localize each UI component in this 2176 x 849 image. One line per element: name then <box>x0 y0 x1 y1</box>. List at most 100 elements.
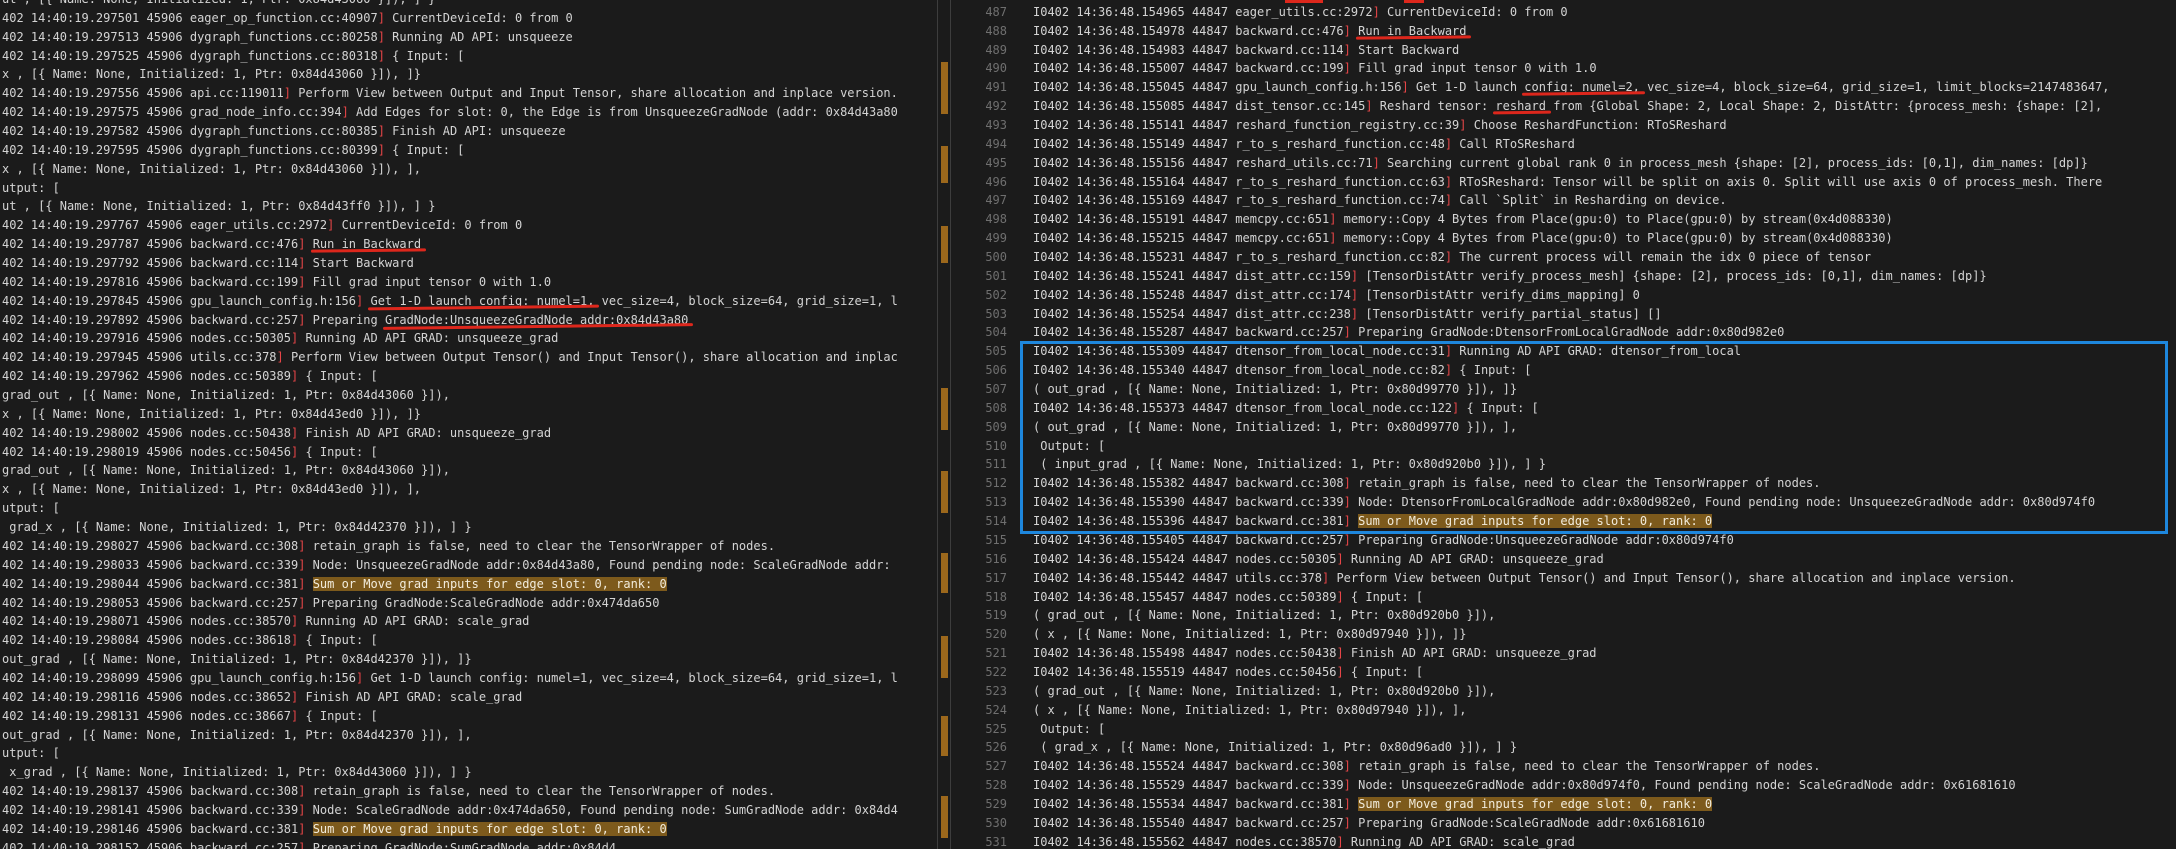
line-number[interactable]: 487 <box>951 3 1007 22</box>
line-number[interactable]: 522 <box>951 663 1007 682</box>
log-line[interactable]: 402 14:40:19.297595 45906 dygraph_functi… <box>2 141 937 160</box>
log-line[interactable]: 402 14:40:19.297787 45906 backward.cc:47… <box>2 235 937 254</box>
line-number[interactable]: 518 <box>951 588 1007 607</box>
log-line[interactable]: 500I0402 14:36:48.155231 44847 r_to_s_re… <box>951 248 2176 267</box>
log-line[interactable]: 402 14:40:19.298002 45906 nodes.cc:50438… <box>2 424 937 443</box>
log-line[interactable]: 529I0402 14:36:48.155534 44847 backward.… <box>951 795 2176 814</box>
log-line[interactable]: 402 14:40:19.297792 45906 backward.cc:11… <box>2 254 937 273</box>
log-line[interactable]: 512I0402 14:36:48.155382 44847 backward.… <box>951 474 2176 493</box>
line-number[interactable]: 499 <box>951 229 1007 248</box>
log-line[interactable]: 402 14:40:19.297582 45906 dygraph_functi… <box>2 122 937 141</box>
log-line[interactable]: 527I0402 14:36:48.155524 44847 backward.… <box>951 757 2176 776</box>
log-line[interactable]: 402 14:40:19.297501 45906 eager_op_funct… <box>2 9 937 28</box>
line-number[interactable]: 490 <box>951 59 1007 78</box>
log-line[interactable]: 511 ( input_grad , [{ Name: None, Initia… <box>951 455 2176 474</box>
log-line[interactable]: 498I0402 14:36:48.155191 44847 memcpy.cc… <box>951 210 2176 229</box>
line-number[interactable]: 531 <box>951 833 1007 849</box>
line-number[interactable]: 524 <box>951 701 1007 720</box>
line-number[interactable]: 503 <box>951 305 1007 324</box>
log-line[interactable]: 502I0402 14:36:48.155248 44847 dist_attr… <box>951 286 2176 305</box>
line-number[interactable]: 516 <box>951 550 1007 569</box>
log-line[interactable]: 402 14:40:19.298044 45906 backward.cc:38… <box>2 575 937 594</box>
line-number[interactable]: 520 <box>951 625 1007 644</box>
log-line[interactable]: 402 14:40:19.298152 45906 backward.cc:25… <box>2 839 937 849</box>
log-line[interactable]: 402 14:40:19.298027 45906 backward.cc:30… <box>2 537 937 556</box>
log-line[interactable]: 402 14:40:19.297962 45906 nodes.cc:50389… <box>2 367 937 386</box>
log-line[interactable]: 530I0402 14:36:48.155540 44847 backward.… <box>951 814 2176 833</box>
line-number[interactable]: 507 <box>951 380 1007 399</box>
line-number[interactable]: 504 <box>951 323 1007 342</box>
log-line[interactable]: 516I0402 14:36:48.155424 44847 nodes.cc:… <box>951 550 2176 569</box>
log-line[interactable]: 402 14:40:19.297575 45906 grad_node_info… <box>2 103 937 122</box>
log-line[interactable]: 402 14:40:19.298019 45906 nodes.cc:50456… <box>2 443 937 462</box>
log-line[interactable]: 505I0402 14:36:48.155309 44847 dtensor_f… <box>951 342 2176 361</box>
log-line[interactable]: 517I0402 14:36:48.155442 44847 utils.cc:… <box>951 569 2176 588</box>
line-number[interactable]: 512 <box>951 474 1007 493</box>
log-line[interactable]: 492I0402 14:36:48.155085 44847 dist_tens… <box>951 97 2176 116</box>
log-line[interactable]: 489I0402 14:36:48.154983 44847 backward.… <box>951 41 2176 60</box>
log-line[interactable]: x , [{ Name: None, Initialized: 1, Ptr: … <box>2 65 937 84</box>
log-line[interactable]: x_grad , [{ Name: None, Initialized: 1, … <box>2 763 937 782</box>
line-number[interactable]: 496 <box>951 173 1007 192</box>
log-line[interactable]: 402 14:40:19.298084 45906 nodes.cc:38618… <box>2 631 937 650</box>
log-line[interactable]: out_grad , [{ Name: None, Initialized: 1… <box>2 726 937 745</box>
log-line[interactable]: grad_out , [{ Name: None, Initialized: 1… <box>2 461 937 480</box>
log-line[interactable]: x , [{ Name: None, Initialized: 1, Ptr: … <box>2 160 937 179</box>
log-line[interactable]: 528I0402 14:36:48.155529 44847 backward.… <box>951 776 2176 795</box>
line-number[interactable]: 528 <box>951 776 1007 795</box>
line-number[interactable]: 511 <box>951 455 1007 474</box>
line-number[interactable]: 513 <box>951 493 1007 512</box>
log-line[interactable]: 488I0402 14:36:48.154978 44847 backward.… <box>951 22 2176 41</box>
log-line[interactable]: 402 14:40:19.297945 45906 utils.cc:378] … <box>2 348 937 367</box>
log-line[interactable]: 490I0402 14:36:48.155007 44847 backward.… <box>951 59 2176 78</box>
log-line[interactable]: 499I0402 14:36:48.155215 44847 memcpy.cc… <box>951 229 2176 248</box>
log-line[interactable]: 506I0402 14:36:48.155340 44847 dtensor_f… <box>951 361 2176 380</box>
log-line[interactable]: 402 14:40:19.298116 45906 nodes.cc:38652… <box>2 688 937 707</box>
log-line[interactable]: 402 14:40:19.297513 45906 dygraph_functi… <box>2 28 937 47</box>
line-number[interactable]: 492 <box>951 97 1007 116</box>
line-number[interactable]: 523 <box>951 682 1007 701</box>
log-line[interactable]: ut , [{ Name: None, Initialized: 1, Ptr:… <box>2 197 937 216</box>
log-line[interactable]: 495I0402 14:36:48.155156 44847 reshard_u… <box>951 154 2176 173</box>
log-line[interactable]: 402 14:40:19.297767 45906 eager_utils.cc… <box>2 216 937 235</box>
log-line[interactable]: 509( out_grad , [{ Name: None, Initializ… <box>951 418 2176 437</box>
log-line[interactable]: 402 14:40:19.297892 45906 backward.cc:25… <box>2 311 937 330</box>
log-line[interactable]: ut , [{ Name: None, Initialized: 1, Ptr:… <box>2 0 937 9</box>
line-number[interactable]: 530 <box>951 814 1007 833</box>
line-number[interactable]: 498 <box>951 210 1007 229</box>
log-line[interactable]: 521I0402 14:36:48.155498 44847 nodes.cc:… <box>951 644 2176 663</box>
log-line[interactable]: 494I0402 14:36:48.155149 44847 r_to_s_re… <box>951 135 2176 154</box>
log-line[interactable]: 514I0402 14:36:48.155396 44847 backward.… <box>951 512 2176 531</box>
line-number[interactable]: 529 <box>951 795 1007 814</box>
log-line[interactable]: 496I0402 14:36:48.155164 44847 r_to_s_re… <box>951 173 2176 192</box>
log-line[interactable]: 510 Output: [ <box>951 437 2176 456</box>
log-line[interactable]: 501I0402 14:36:48.155241 44847 dist_attr… <box>951 267 2176 286</box>
log-line[interactable]: 402 14:40:19.298053 45906 backward.cc:25… <box>2 594 937 613</box>
line-number[interactable]: 519 <box>951 606 1007 625</box>
log-line[interactable]: 525 Output: [ <box>951 720 2176 739</box>
left-log-editor[interactable]: ut , [{ Name: None, Initialized: 1, Ptr:… <box>0 0 937 849</box>
log-line[interactable]: utput: [ <box>2 179 937 198</box>
line-number[interactable]: 514 <box>951 512 1007 531</box>
line-number[interactable]: 509 <box>951 418 1007 437</box>
log-line[interactable]: x , [{ Name: None, Initialized: 1, Ptr: … <box>2 480 937 499</box>
line-number[interactable]: 527 <box>951 757 1007 776</box>
log-line[interactable]: 402 14:40:19.298071 45906 nodes.cc:38570… <box>2 612 937 631</box>
log-line[interactable]: 402 14:40:19.297916 45906 nodes.cc:50305… <box>2 329 937 348</box>
line-number[interactable]: 491 <box>951 78 1007 97</box>
line-number[interactable]: 517 <box>951 569 1007 588</box>
log-line[interactable]: 402 14:40:19.297525 45906 dygraph_functi… <box>2 47 937 66</box>
log-line[interactable]: 503I0402 14:36:48.155254 44847 dist_attr… <box>951 305 2176 324</box>
log-line[interactable]: x , [{ Name: None, Initialized: 1, Ptr: … <box>2 405 937 424</box>
line-number[interactable]: 502 <box>951 286 1007 305</box>
log-line[interactable]: 402 14:40:19.298099 45906 gpu_launch_con… <box>2 669 937 688</box>
line-number[interactable]: 494 <box>951 135 1007 154</box>
line-number[interactable]: 526 <box>951 738 1007 757</box>
line-number[interactable]: 500 <box>951 248 1007 267</box>
line-number[interactable]: 505 <box>951 342 1007 361</box>
log-line[interactable]: 491I0402 14:36:48.155045 44847 gpu_launc… <box>951 78 2176 97</box>
log-line[interactable]: 402 14:40:19.298141 45906 backward.cc:33… <box>2 801 937 820</box>
log-line[interactable]: 507( out_grad , [{ Name: None, Initializ… <box>951 380 2176 399</box>
log-line[interactable]: 402 14:40:19.297556 45906 api.cc:119011]… <box>2 84 937 103</box>
line-number[interactable]: 493 <box>951 116 1007 135</box>
